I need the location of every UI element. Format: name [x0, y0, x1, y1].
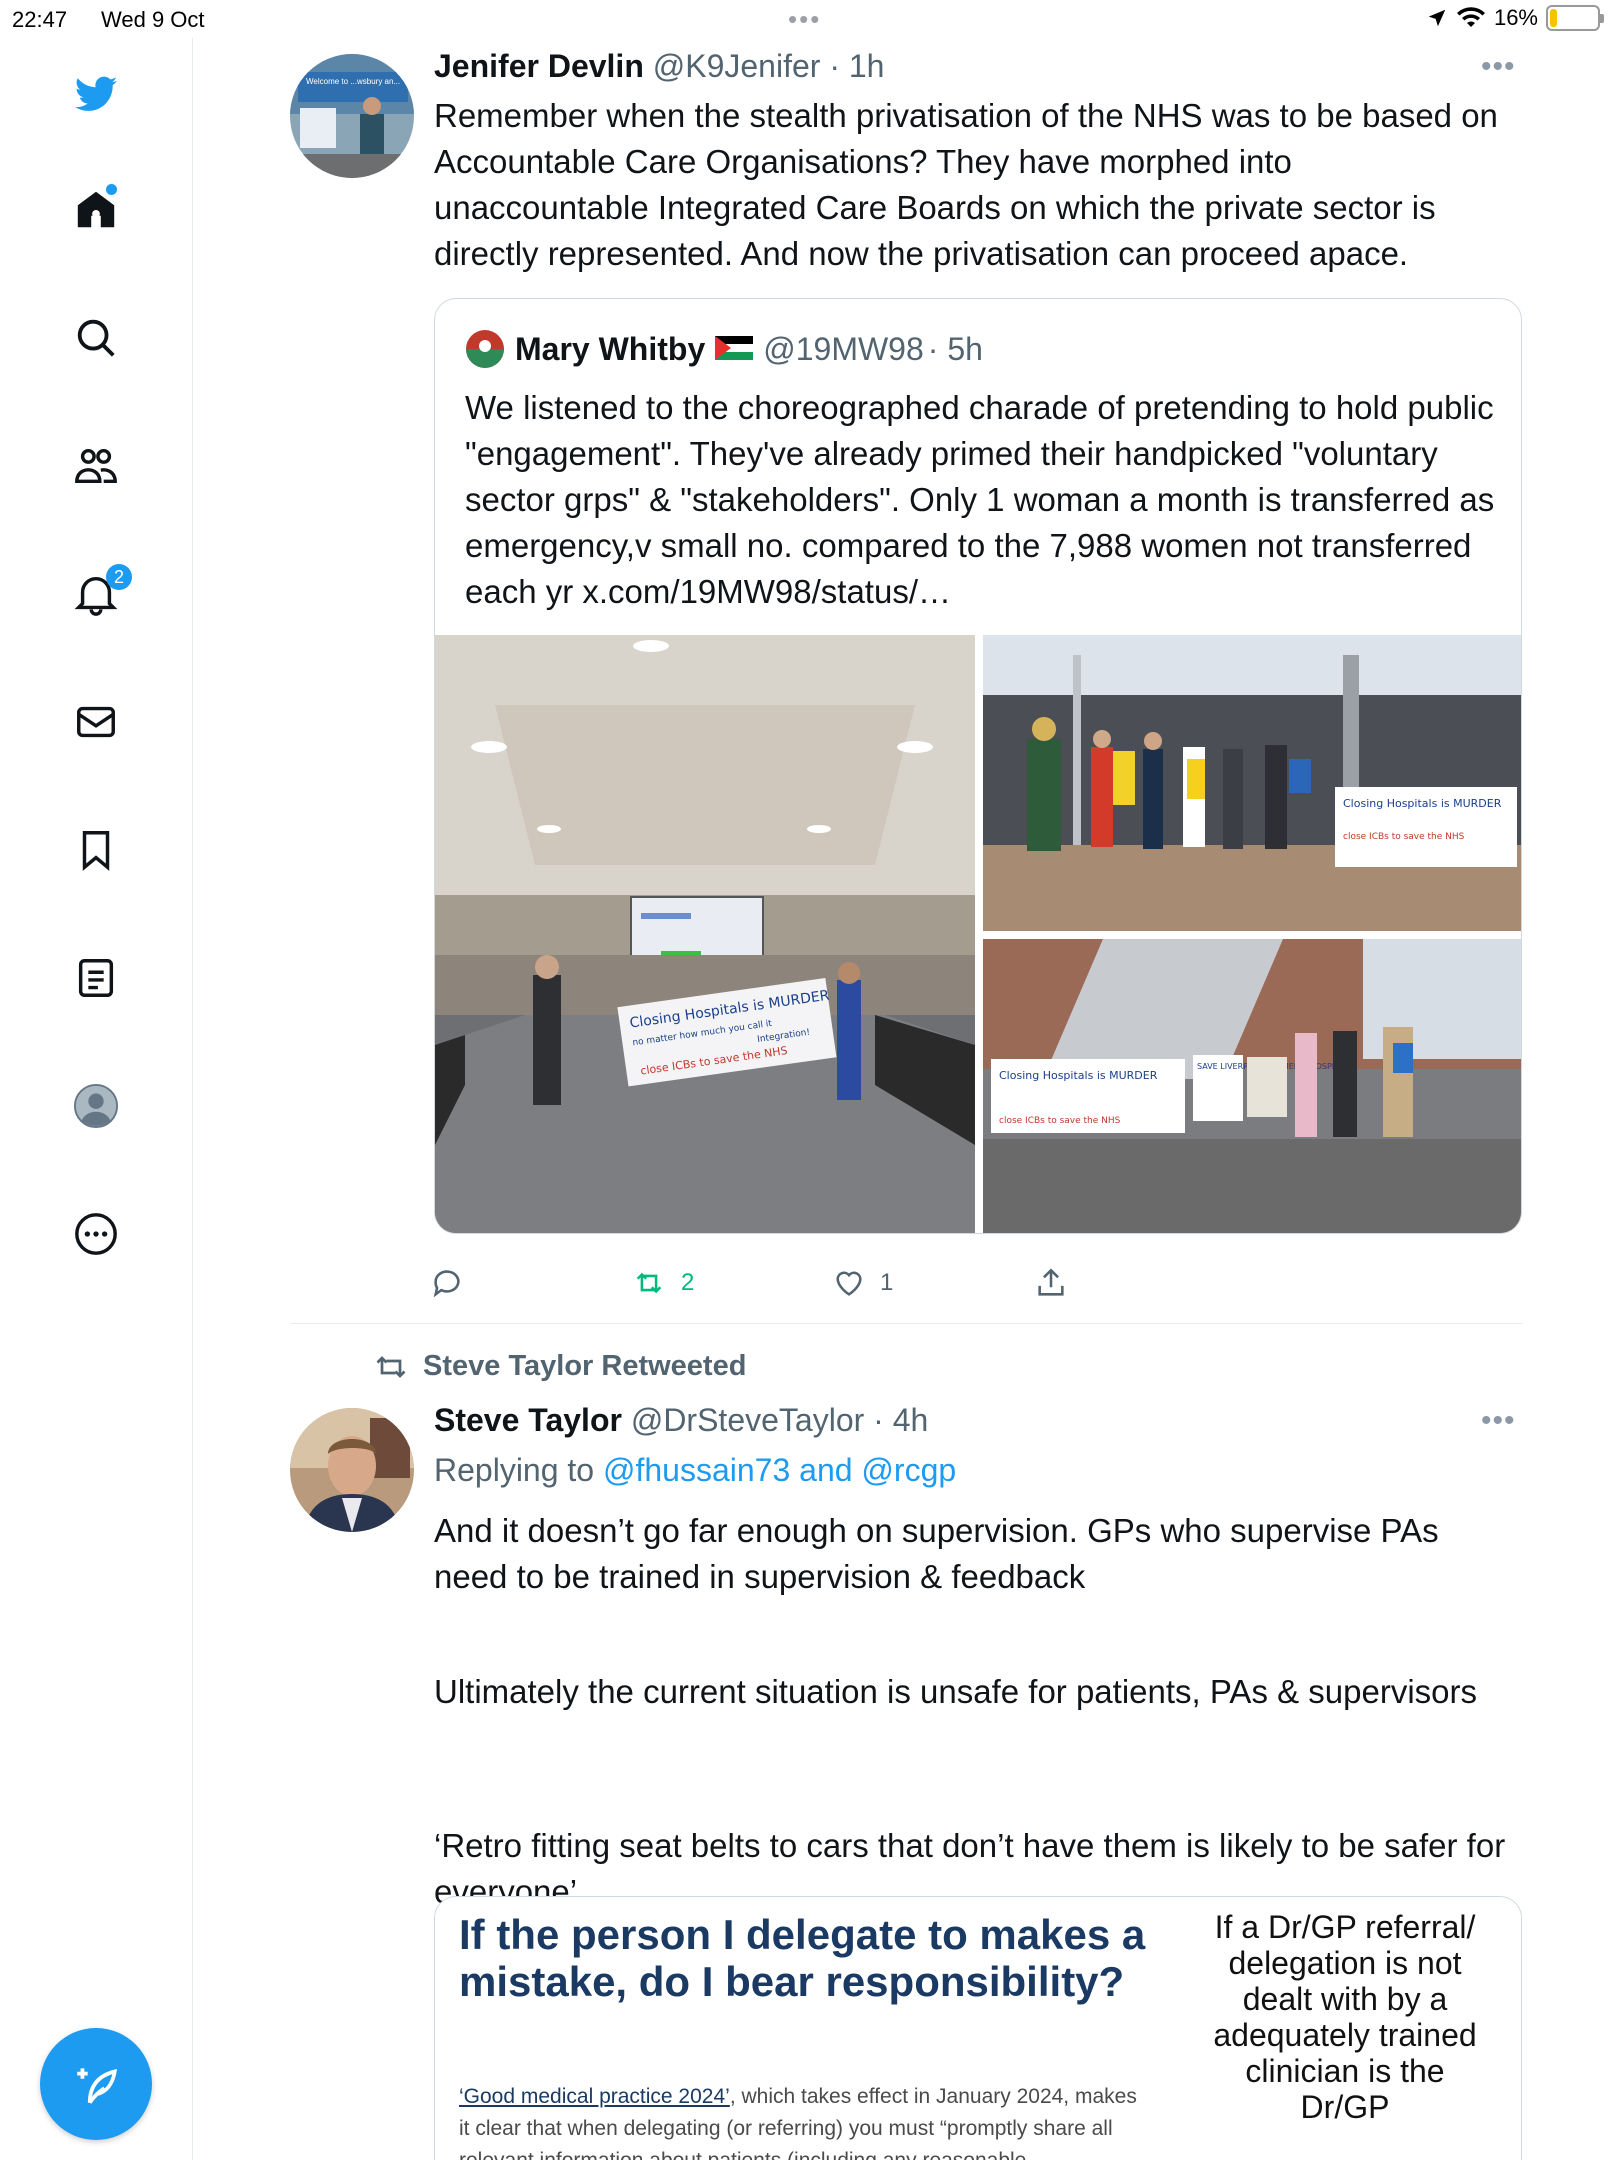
avatar[interactable]: Welcome to ...wsbury an...	[290, 54, 414, 178]
media-grid: Closing Hospitals is MURDER no matter ho…	[435, 635, 1522, 1234]
tweet-text: Remember when the stealth privatisation …	[434, 97, 1498, 272]
handle[interactable]: @DrSteveTaylor	[631, 1402, 864, 1438]
card-body: ‘Good medical practice 2024’, which take…	[459, 2081, 1139, 2160]
replying-to-users[interactable]: @fhussain73 and @rcgp	[603, 1452, 956, 1488]
wifi-icon	[1456, 7, 1485, 27]
bell-icon[interactable]: 2	[70, 564, 132, 620]
timestamp[interactable]: · 4h	[873, 1402, 928, 1438]
display-name[interactable]: Jenifer Devlin	[434, 48, 644, 84]
avatar[interactable]	[290, 1408, 414, 1532]
attached-image-card[interactable]: If the person I delegate to makes a mist…	[434, 1896, 1522, 2160]
location-icon	[1428, 9, 1446, 27]
heart-icon	[836, 1271, 862, 1296]
more-options-icon[interactable]: •••	[1481, 50, 1516, 84]
card-side-text: If a Dr/GP referral/ delegation is not d…	[1213, 1909, 1477, 2125]
retweet-icon	[636, 1272, 662, 1294]
search-icon[interactable]	[70, 312, 122, 364]
tweet-header: Steve Taylor @DrSteveTaylor · 4h	[434, 1402, 928, 1439]
handle[interactable]: @K9Jenifer	[653, 48, 821, 84]
retweeted-label: Steve Taylor Retweeted	[373, 1350, 746, 1383]
battery-percent: 16%	[1493, 5, 1538, 30]
tweet-actions: 2 1	[433, 1266, 1522, 1316]
like-count: 1	[880, 1269, 894, 1296]
flag-icon	[715, 331, 754, 368]
battery-icon	[1546, 5, 1604, 31]
status-date: Wed 9 Oct	[101, 7, 205, 32]
timestamp[interactable]: · 1h	[829, 48, 884, 84]
more-circle-icon[interactable]	[70, 1208, 122, 1260]
display-name[interactable]: Steve Taylor	[434, 1402, 622, 1438]
more-options-icon[interactable]: •••	[1481, 1404, 1516, 1438]
avatar-banner-text: Welcome to ...wsbury an...	[306, 77, 400, 86]
quoted-tweet[interactable]: Mary Whitby @19MW98 · 5h We listened to …	[434, 298, 1522, 1234]
mail-icon[interactable]	[70, 696, 122, 748]
banner-line-4-c: close ICBs to save the NHS	[999, 1116, 1121, 1126]
quoted-timestamp[interactable]: · 5h	[928, 331, 983, 368]
quoted-display-name[interactable]: Mary Whitby	[515, 331, 705, 368]
home-dot-badge	[106, 184, 117, 195]
replying-prefix: Replying to	[434, 1452, 603, 1488]
battery-fill	[1550, 9, 1558, 27]
banner-line-4-b: close ICBs to save the NHS	[1343, 832, 1465, 842]
status-bar: 22:47 Wed 9 Oct ••• 16%	[0, 0, 1620, 38]
compose-icon	[77, 2068, 118, 2104]
card-heading: If the person I delegate to makes a mist…	[459, 1911, 1146, 2005]
profile-icon[interactable]	[70, 1080, 122, 1132]
replying-to: Replying to @fhussain73 and @rcgp	[434, 1452, 956, 1489]
retweet-count: 2	[681, 1269, 695, 1296]
retweeted-by[interactable]: Steve Taylor Retweeted	[423, 1350, 746, 1383]
communities-icon[interactable]	[70, 440, 122, 492]
bookmark-icon[interactable]	[70, 824, 122, 876]
retweet-button[interactable]: 2	[631, 1266, 694, 1300]
tweet-text-paragraph-1: And it doesn’t go far enough on supervis…	[434, 1512, 1439, 1595]
status-right: 16%	[1426, 5, 1604, 31]
notification-badge: 2	[106, 564, 132, 590]
tweet-text-paragraph-2: Ultimately the current situation is unsa…	[434, 1673, 1478, 1710]
banner-line-1-c: Closing Hospitals is MURDER	[999, 1069, 1158, 1082]
photo-protest-street[interactable]: Closing Hospitals is MURDER close ICBs t…	[983, 635, 1522, 931]
sidebar: 2	[0, 38, 193, 2160]
quoted-tweet-text: We listened to the choreographed charade…	[465, 389, 1495, 610]
lists-icon[interactable]	[70, 952, 122, 1004]
photo-protest-hospital[interactable]: Closing Hospitals is MURDER close ICBs t…	[983, 939, 1522, 1234]
reply-icon	[433, 1270, 460, 1298]
photo-meeting-room[interactable]: Closing Hospitals is MURDER no matter ho…	[435, 635, 975, 1234]
share-icon	[1038, 1268, 1064, 1296]
banner-line-1-b: Closing Hospitals is MURDER	[1343, 797, 1502, 810]
reply-button[interactable]	[430, 1266, 478, 1300]
share-button[interactable]	[1034, 1266, 1082, 1300]
status-time: 22:47	[12, 7, 68, 32]
card-body-link: ‘Good medical practice 2024’	[459, 2085, 730, 2108]
home-icon[interactable]	[70, 184, 122, 236]
compose-button[interactable]	[40, 2028, 152, 2140]
tweet-divider	[290, 1323, 1522, 1324]
quoted-tweet-header: Mary Whitby @19MW98 · 5h	[465, 329, 983, 369]
tweet-header: Jenifer Devlin @K9Jenifer · 1h	[434, 48, 884, 85]
quoted-avatar[interactable]	[465, 329, 505, 369]
multitasking-dots-icon[interactable]: •••	[788, 4, 821, 35]
timeline: Welcome to ...wsbury an... Jenifer Devli…	[193, 38, 1620, 2160]
twitter-logo-icon[interactable]	[70, 68, 122, 120]
like-button[interactable]: 1	[832, 1266, 893, 1300]
quoted-handle[interactable]: @19MW98	[763, 331, 924, 368]
retweet-small-icon	[376, 1355, 406, 1378]
